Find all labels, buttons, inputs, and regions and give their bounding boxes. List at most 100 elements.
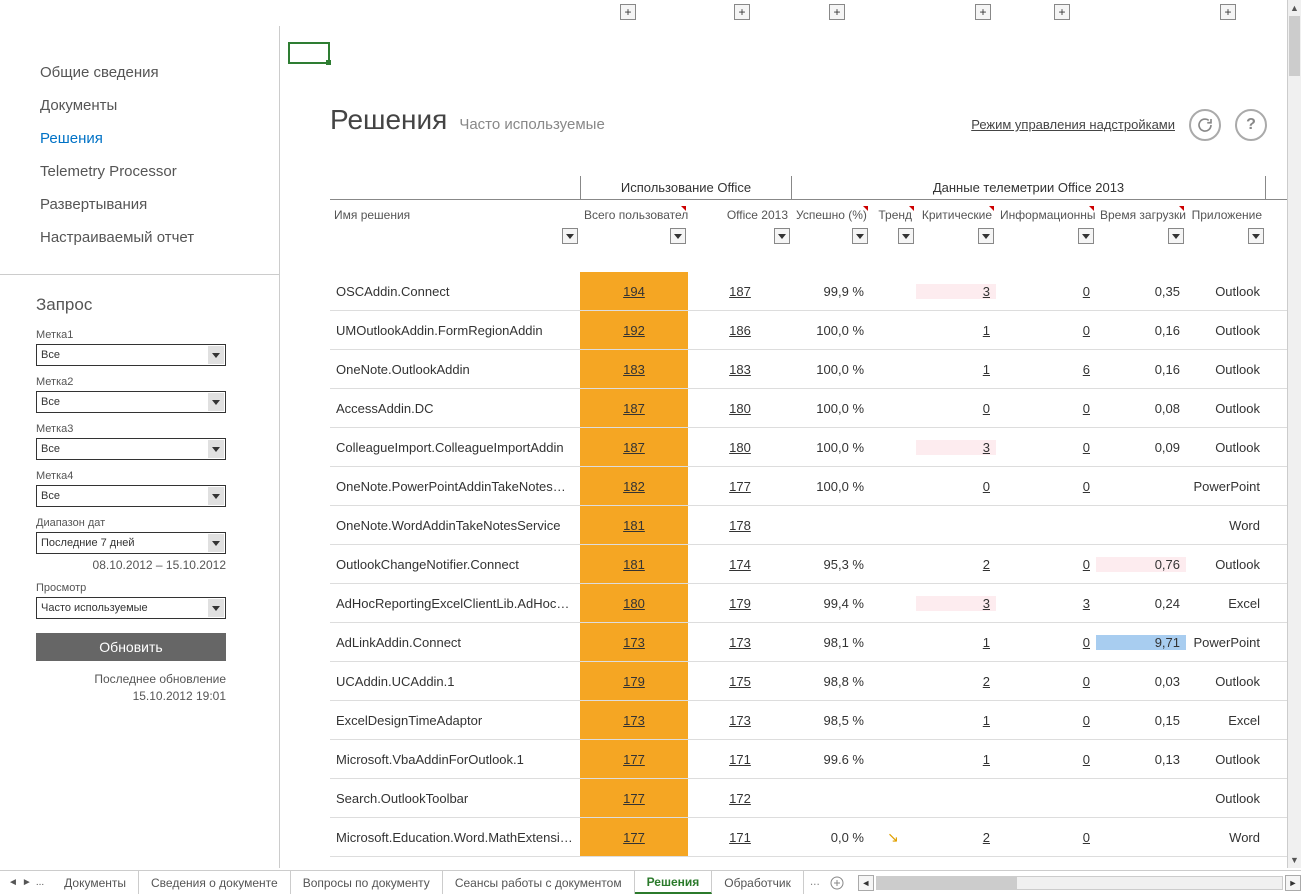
cell-info[interactable]: 0 <box>996 323 1096 338</box>
sheet-tab[interactable]: Обработчик <box>712 871 804 894</box>
sheets-overflow[interactable]: ... <box>804 871 826 894</box>
cell-users[interactable]: 187 <box>580 428 688 466</box>
refresh-icon-button[interactable] <box>1189 109 1221 141</box>
cell-office[interactable]: 187 <box>688 284 792 299</box>
filter-button[interactable] <box>562 228 578 244</box>
add-sheet-button[interactable] <box>826 871 848 894</box>
cell-office[interactable]: 178 <box>688 518 792 533</box>
cell-office[interactable]: 174 <box>688 557 792 572</box>
sheet-tab[interactable]: Сведения о документе <box>139 871 291 894</box>
sheet-nav-more[interactable]: ... <box>36 877 44 888</box>
filter-button[interactable] <box>670 228 686 244</box>
column-group-expand-button[interactable]: + <box>734 4 750 20</box>
nav-item[interactable]: Общие сведения <box>40 56 259 89</box>
scroll-thumb[interactable] <box>1289 16 1300 76</box>
cell-critical[interactable]: 3 <box>916 596 996 611</box>
column-group-expand-button[interactable]: + <box>829 4 845 20</box>
cell-info[interactable]: 3 <box>996 596 1096 611</box>
cell-critical[interactable]: 0 <box>916 401 996 416</box>
cell-office[interactable]: 171 <box>688 752 792 767</box>
cell-info[interactable]: 0 <box>996 713 1096 728</box>
cell-office[interactable]: 171 <box>688 830 792 845</box>
query-field-select[interactable]: Все <box>36 485 226 507</box>
cell-users[interactable]: 181 <box>580 545 688 583</box>
cell-critical[interactable]: 1 <box>916 752 996 767</box>
cell-office[interactable]: 175 <box>688 674 792 689</box>
cell-critical[interactable]: 3 <box>916 284 996 299</box>
refresh-button[interactable]: Обновить <box>36 633 226 661</box>
cell-users[interactable]: 192 <box>580 311 688 349</box>
query-field-select[interactable]: Все <box>36 344 226 366</box>
cell-office[interactable]: 183 <box>688 362 792 377</box>
scroll-down-button[interactable]: ▼ <box>1288 852 1301 868</box>
cell-office[interactable]: 180 <box>688 440 792 455</box>
filter-button[interactable] <box>774 228 790 244</box>
cell-users[interactable]: 179 <box>580 662 688 700</box>
nav-item[interactable]: Настраиваемый отчет <box>40 221 259 254</box>
cell-info[interactable]: 0 <box>996 830 1096 845</box>
cell-critical[interactable]: 0 <box>916 479 996 494</box>
cell-info[interactable]: 0 <box>996 401 1096 416</box>
cell-users[interactable]: 180 <box>580 584 688 622</box>
cell-users[interactable]: 181 <box>580 506 688 544</box>
nav-item[interactable]: Telemetry Processor <box>40 155 259 188</box>
horizontal-scrollbar[interactable]: ◄ ► <box>858 871 1301 894</box>
cell-office[interactable]: 177 <box>688 479 792 494</box>
column-group-expand-button[interactable]: + <box>975 4 991 20</box>
cell-users[interactable]: 194 <box>580 272 688 310</box>
cell-office[interactable]: 180 <box>688 401 792 416</box>
filter-button[interactable] <box>1078 228 1094 244</box>
cell-info[interactable]: 0 <box>996 674 1096 689</box>
cell-info[interactable]: 6 <box>996 362 1096 377</box>
cell-info[interactable]: 0 <box>996 752 1096 767</box>
cell-critical[interactable]: 1 <box>916 635 996 650</box>
cell-office[interactable]: 179 <box>688 596 792 611</box>
sheet-nav-prev[interactable]: ◄ <box>8 877 18 888</box>
filter-button[interactable] <box>1168 228 1184 244</box>
cell-office[interactable]: 173 <box>688 713 792 728</box>
cell-info[interactable]: 0 <box>996 284 1096 299</box>
scroll-up-button[interactable]: ▲ <box>1288 0 1301 16</box>
cell-users[interactable]: 177 <box>580 818 688 856</box>
filter-button[interactable] <box>852 228 868 244</box>
cell-critical[interactable]: 2 <box>916 674 996 689</box>
cell-critical[interactable]: 1 <box>916 362 996 377</box>
cell-critical[interactable]: 2 <box>916 557 996 572</box>
hscroll-left[interactable]: ◄ <box>858 875 874 891</box>
cell-critical[interactable]: 2 <box>916 830 996 845</box>
query-field-select[interactable]: Все <box>36 391 226 413</box>
query-field-select[interactable]: Все <box>36 438 226 460</box>
cell-office[interactable]: 186 <box>688 323 792 338</box>
cell-users[interactable]: 177 <box>580 740 688 778</box>
sheet-tab[interactable]: Решения <box>635 871 713 894</box>
sheet-tab[interactable]: Сеансы работы с документом <box>443 871 635 894</box>
cell-critical[interactable]: 3 <box>916 440 996 455</box>
addin-management-mode-link[interactable]: Режим управления надстройками <box>971 117 1175 132</box>
nav-item[interactable]: Документы <box>40 89 259 122</box>
cell-info[interactable]: 0 <box>996 635 1096 650</box>
cell-users[interactable]: 177 <box>580 779 688 817</box>
column-group-expand-button[interactable]: + <box>1220 4 1236 20</box>
cell-critical[interactable]: 1 <box>916 713 996 728</box>
help-icon-button[interactable]: ? <box>1235 109 1267 141</box>
column-group-expand-button[interactable]: + <box>620 4 636 20</box>
active-cell-indicator[interactable] <box>288 42 330 64</box>
sheet-tab[interactable]: Документы <box>52 871 139 894</box>
filter-button[interactable] <box>898 228 914 244</box>
cell-office[interactable]: 173 <box>688 635 792 650</box>
sheet-nav-next[interactable]: ► <box>22 877 32 888</box>
cell-info[interactable]: 0 <box>996 440 1096 455</box>
cell-office[interactable]: 172 <box>688 791 792 806</box>
nav-item[interactable]: Решения <box>40 122 259 155</box>
cell-users[interactable]: 182 <box>580 467 688 505</box>
filter-button[interactable] <box>978 228 994 244</box>
hscroll-thumb[interactable] <box>877 877 1017 889</box>
cell-critical[interactable]: 1 <box>916 323 996 338</box>
sheet-tab[interactable]: Вопросы по документу <box>291 871 443 894</box>
date-range-select[interactable]: Последние 7 дней <box>36 532 226 554</box>
vertical-scrollbar[interactable]: ▲ ▼ <box>1287 0 1301 868</box>
cell-info[interactable]: 0 <box>996 557 1096 572</box>
filter-button[interactable] <box>1248 228 1264 244</box>
cell-users[interactable]: 173 <box>580 701 688 739</box>
hscroll-track[interactable] <box>876 876 1283 890</box>
